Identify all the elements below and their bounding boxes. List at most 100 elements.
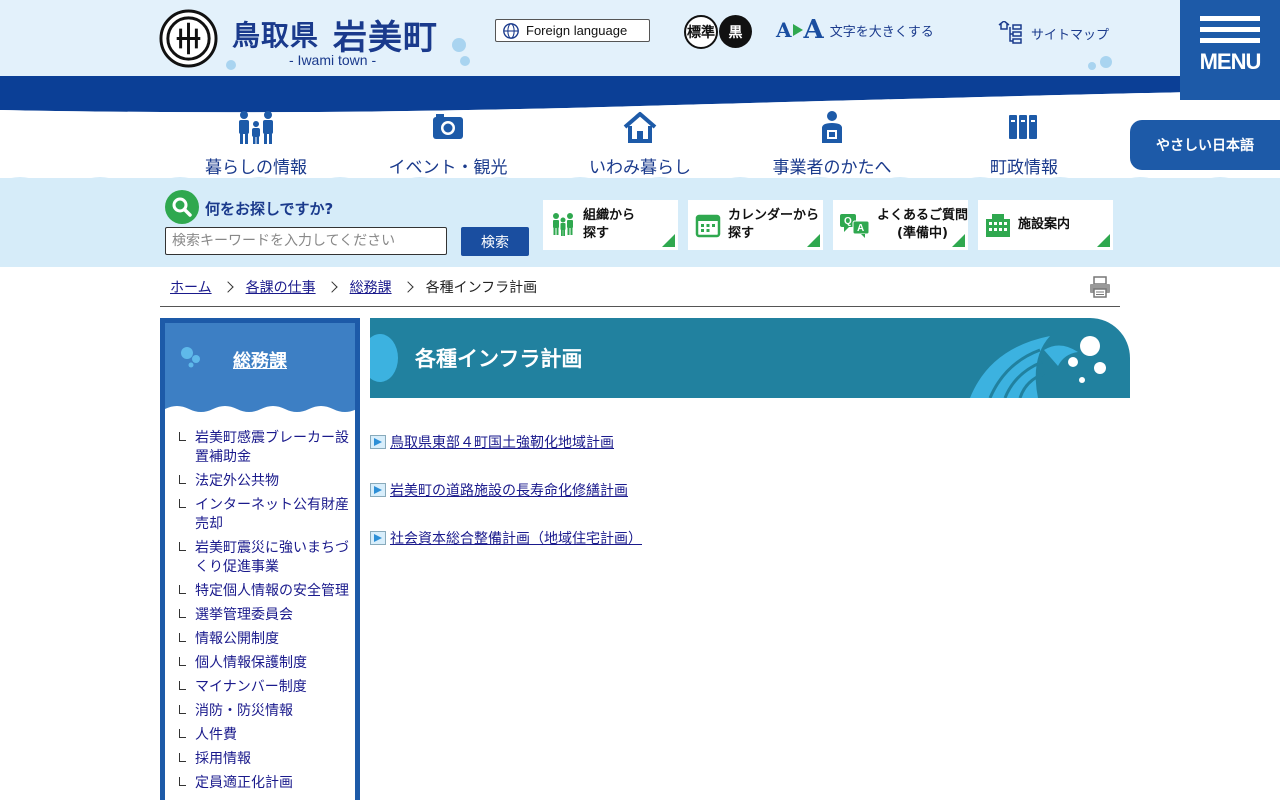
decor-bubble [226, 60, 236, 70]
search-button[interactable]: 検索 [461, 227, 529, 256]
breadcrumb: ホーム 各課の仕事 総務課 各種インフラ計画 [170, 277, 537, 297]
side-nav-item[interactable]: 岩美町感震ブレーカー設置補助金 [179, 429, 349, 467]
quick-link-line2: (準備中) [897, 226, 948, 241]
content-links: 鳥取県東部４町国土強靭化地域計画 岩美町の道路施設の長寿命化修繕計画 社会資本総… [370, 432, 642, 576]
hamburger-bar [1200, 27, 1260, 32]
side-nav-item[interactable]: 岩美町震災に強いまちづくり促進事業 [179, 539, 349, 577]
svg-text:A: A [857, 223, 864, 234]
businessperson-icon [822, 111, 842, 143]
branch-icon [179, 542, 186, 551]
quick-link-line2: 探す [583, 226, 610, 241]
side-nav-item-label: 定員適正化計画 [195, 775, 293, 791]
quick-link-line2: 探す [728, 226, 755, 241]
magnifier-icon [165, 190, 199, 224]
books-icon [1009, 115, 1037, 139]
logo-prefecture: 鳥取県 [232, 19, 320, 52]
breadcrumb-home[interactable]: ホーム [170, 277, 212, 297]
menu-button[interactable]: MENU [1180, 0, 1280, 100]
quick-link-facilities[interactable]: 施設案内 [978, 200, 1113, 250]
calendar-icon [695, 214, 721, 238]
branch-icon [179, 633, 186, 642]
side-nav: 総務課 岩美町感震ブレーカー設置補助金 法定外公共物 インターネット公有財産売却… [160, 318, 360, 800]
search-heading-label: 何をお探しですか? [205, 199, 334, 218]
logo-subtitle: - Iwami town - [289, 52, 377, 68]
side-nav-item[interactable]: 採用情報 [179, 750, 349, 769]
quick-link-line1: カレンダーから [728, 208, 820, 223]
chevron-right-icon [221, 281, 234, 293]
side-nav-item-label: 個人情報保護制度 [195, 655, 307, 671]
sitemap-label: サイトマップ [1031, 27, 1110, 43]
side-nav-title[interactable]: 総務課 [233, 347, 287, 373]
font-size-button[interactable]: A A 文字を大きくする [776, 15, 934, 45]
svg-text:Q: Q [844, 216, 852, 227]
search-input[interactable] [165, 227, 447, 255]
quick-link-label: 組織から 探す [583, 207, 635, 243]
globe-icon [503, 22, 519, 39]
side-nav-item[interactable]: マイナンバー制度 [179, 678, 349, 697]
branch-icon [179, 475, 186, 484]
color-mode-standard-button[interactable]: 標準 [684, 15, 718, 49]
breadcrumb-divider [160, 306, 1120, 307]
hamburger-bar [1200, 38, 1260, 43]
side-nav-item-label: 消防・防災情報 [195, 703, 293, 719]
side-nav-item[interactable]: 個人情報保護制度 [179, 654, 349, 673]
branch-icon [179, 609, 186, 618]
family-icon [239, 111, 273, 144]
hamburger-icon [1200, 16, 1260, 21]
quick-link-label: 施設案内 [1018, 217, 1071, 232]
side-nav-item[interactable]: 定員適正化計画 [179, 774, 349, 793]
branch-icon [179, 432, 186, 441]
list-item: 鳥取県東部４町国土強靭化地域計画 [370, 432, 642, 452]
font-size-label: 文字を大きくする [829, 24, 934, 40]
wave-icon [970, 336, 1106, 398]
decor-bubble [1088, 62, 1096, 70]
bubbles-icon [181, 347, 200, 368]
branch-icon [179, 585, 186, 594]
house-icon [623, 112, 657, 143]
chevron-right-icon [401, 281, 414, 293]
foreign-language-label: Foreign language [526, 23, 628, 38]
side-nav-item[interactable]: 選挙管理委員会 [179, 606, 349, 625]
chevron-right-icon [325, 281, 338, 293]
side-nav-item[interactable]: 人件費 [179, 726, 349, 745]
list-item: 社会資本総合整備計画（地域住宅計画） [370, 528, 642, 548]
arrow-right-icon [370, 435, 386, 449]
side-nav-item-label: 岩美町感震ブレーカー設置補助金 [195, 430, 349, 465]
qa-icon: Q A [840, 214, 870, 238]
foreign-language-select[interactable]: Foreign language [495, 19, 650, 42]
quick-link-line1: 組織から [583, 208, 636, 223]
corner-arrow-icon [662, 234, 675, 247]
content-link[interactable]: 鳥取県東部４町国土強靭化地域計画 [390, 432, 614, 452]
organization-icon [553, 213, 573, 236]
content-link[interactable]: 岩美町の道路施設の長寿命化修繕計画 [390, 480, 628, 500]
side-nav-item-label: 採用情報 [195, 751, 251, 767]
side-nav-item-label: インターネット公有財産売却 [195, 497, 349, 532]
breadcrumb-general-affairs[interactable]: 総務課 [350, 277, 392, 297]
side-wave-decor [165, 406, 355, 417]
easy-japanese-button[interactable]: やさしい日本語 [1130, 120, 1280, 170]
quick-link-organization[interactable]: 組織から 探す [543, 200, 678, 250]
quick-link-calendar[interactable]: カレンダーから 探す [688, 200, 823, 250]
arrow-right-icon [370, 483, 386, 497]
town-emblem-icon [159, 9, 218, 68]
side-nav-item[interactable]: インターネット公有財産売却 [179, 496, 349, 534]
corner-arrow-icon [952, 234, 965, 247]
side-nav-item[interactable]: 法定外公共物 [179, 472, 349, 491]
side-nav-item[interactable]: 特定個人情報の安全管理 [179, 582, 349, 601]
color-mode-black-button[interactable]: 黒 [719, 15, 752, 48]
breadcrumb-dept-work[interactable]: 各課の仕事 [246, 277, 316, 297]
quick-link-label: カレンダーから 探す [728, 207, 819, 243]
corner-arrow-icon [807, 234, 820, 247]
content-link[interactable]: 社会資本総合整備計画（地域住宅計画） [390, 528, 642, 548]
print-icon[interactable] [1089, 276, 1111, 298]
decor-bubble [1100, 56, 1112, 68]
quick-link-faq[interactable]: Q A よくあるご質問 (準備中) [833, 200, 968, 250]
sitemap-link[interactable]: サイトマップ [997, 21, 1109, 45]
font-small-glyph: A [776, 18, 792, 42]
branch-icon [179, 705, 186, 714]
side-nav-item-label: マイナンバー制度 [195, 679, 307, 695]
side-nav-item-label: 法定外公共物 [195, 473, 279, 489]
font-arrow-icon [792, 24, 803, 36]
side-nav-item[interactable]: 情報公開制度 [179, 630, 349, 649]
side-nav-item[interactable]: 消防・防災情報 [179, 702, 349, 721]
